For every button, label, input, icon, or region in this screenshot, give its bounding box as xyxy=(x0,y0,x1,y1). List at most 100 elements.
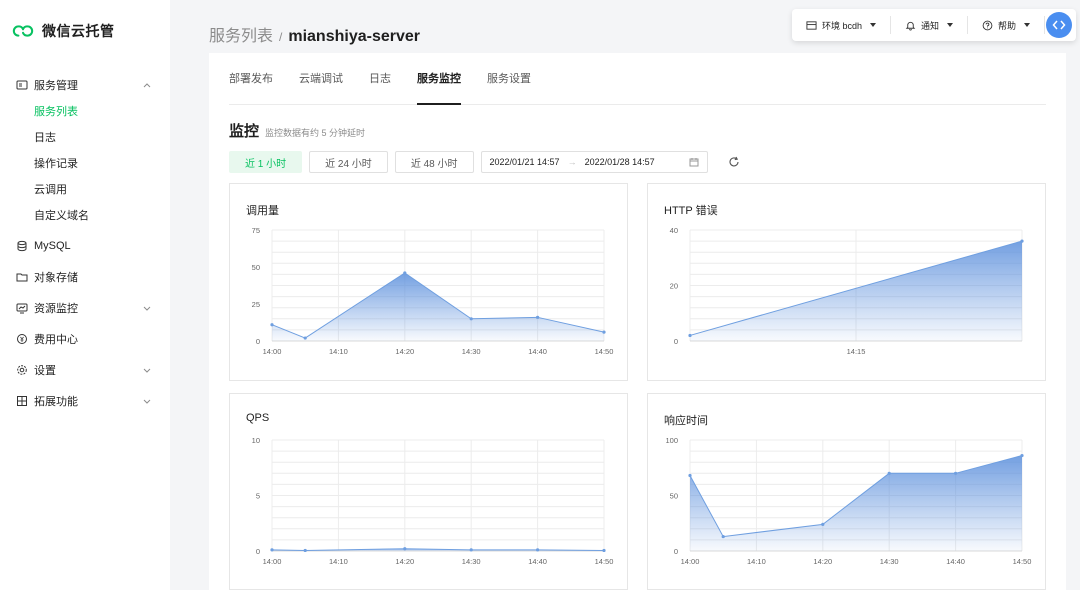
x-tick-label: 14:00 xyxy=(681,557,700,566)
data-point xyxy=(602,548,606,553)
sidebar-item-mysql[interactable]: MySQL xyxy=(0,233,170,259)
x-tick-label: 14:50 xyxy=(595,557,614,566)
y-tick-label: 5 xyxy=(256,492,260,501)
sidebar-item-logs[interactable]: 日志 xyxy=(0,124,170,150)
data-point xyxy=(403,271,407,275)
sidebar-item-resource-monitor[interactable]: 资源监控 xyxy=(0,295,170,321)
data-point xyxy=(688,473,692,478)
x-tick-label: 14:30 xyxy=(880,557,899,566)
folder-icon xyxy=(16,273,28,282)
qps-chart: 0 5 10 14:00 14:10 14:20 14:30 14:40 14:50 xyxy=(252,436,614,566)
breadcrumb: 服务列表 / mianshiya-server xyxy=(209,22,420,46)
sidebar: 微信云托管 服务管理 服务列表 日志 操作记录 云调用 自定义域名 MySQL … xyxy=(0,0,170,590)
y-tick-label: 50 xyxy=(252,263,260,272)
x-tick-label: 14:50 xyxy=(1013,557,1032,566)
avatar[interactable] xyxy=(1046,12,1072,38)
data-point xyxy=(1020,453,1024,458)
data-point xyxy=(1020,239,1024,243)
database-icon xyxy=(17,240,27,252)
sidebar-item-label: 费用中心 xyxy=(34,334,78,346)
chart-panel-http-errors: HTTP 错误 0 20 40 14:15 xyxy=(647,183,1046,381)
y-tick-label: 0 xyxy=(256,337,260,346)
sidebar-item-service-management[interactable]: 服务管理 xyxy=(0,72,170,98)
brand-name: 微信云托管 xyxy=(42,23,115,39)
y-tick-label: 10 xyxy=(252,436,260,445)
x-tick-label: 14:15 xyxy=(847,347,866,356)
grid-icon xyxy=(17,396,27,406)
chevron-down-icon xyxy=(143,306,151,311)
calls-chart: 0 25 50 75 14:00 14:10 14:20 14:30 14:40 14:50 xyxy=(252,226,614,356)
sidebar-item-label: 设置 xyxy=(34,365,56,377)
data-point xyxy=(303,336,307,340)
tab-service-settings[interactable]: 服务设置 xyxy=(487,53,531,105)
data-point xyxy=(303,548,307,553)
x-tick-label: 14:50 xyxy=(595,347,614,356)
tab-bar: 部署发布 云端调试 日志 服务监控 服务设置 xyxy=(229,53,1046,105)
x-tick-label: 14:20 xyxy=(395,347,414,356)
caret-down-icon xyxy=(870,23,877,27)
code-icon xyxy=(1052,20,1066,30)
sidebar-item-label: 拓展功能 xyxy=(34,396,78,408)
data-point xyxy=(536,548,540,552)
tab-logs[interactable]: 日志 xyxy=(369,53,391,105)
delay-hint: 监控数据有约 5 分钟延时 xyxy=(265,128,366,138)
x-tick-label: 14:00 xyxy=(263,557,282,566)
monitor-heading: 监控 监控数据有约 5 分钟延时 xyxy=(229,120,365,141)
page-title: mianshiya-server xyxy=(288,28,420,45)
sidebar-item-label: 服务管理 xyxy=(34,80,78,92)
x-tick-label: 14:20 xyxy=(395,557,414,566)
data-point xyxy=(536,315,540,319)
data-point xyxy=(602,330,606,334)
chart-panel-response-time: 响应时间 0 50 100 14:00 14:10 14:20 14:30 14:40 14:5… xyxy=(647,393,1046,590)
sidebar-item-settings[interactable]: 设置 xyxy=(0,357,170,383)
sidebar-item-operation-records[interactable]: 操作记录 xyxy=(0,150,170,176)
date-range-picker[interactable]: 2022/01/21 14:57 → 2022/01/28 14:57 xyxy=(480,151,708,173)
help-icon xyxy=(982,20,993,30)
y-tick-label: 100 xyxy=(665,436,678,445)
breadcrumb-parent[interactable]: 服务列表 xyxy=(209,22,273,46)
help-label: 帮助 xyxy=(998,20,1017,31)
data-point xyxy=(821,522,825,526)
data-point xyxy=(721,534,725,539)
range-1h-button[interactable]: 近 1 小时 xyxy=(229,151,303,173)
caret-down-icon xyxy=(1024,23,1031,27)
y-tick-label: 40 xyxy=(670,226,678,235)
range-24h-button[interactable]: 近 24 小时 xyxy=(309,151,388,173)
x-tick-label: 14:10 xyxy=(747,557,766,566)
data-point xyxy=(469,548,473,552)
sidebar-item-label: 资源监控 xyxy=(34,303,78,315)
y-tick-label: 0 xyxy=(256,547,260,556)
range-48h-button[interactable]: 近 48 小时 xyxy=(394,151,474,173)
environment-dropdown[interactable]: 环境 bcdh xyxy=(792,16,892,34)
gear-icon xyxy=(17,365,27,375)
refresh-icon[interactable] xyxy=(727,155,741,169)
tab-deploy[interactable]: 部署发布 xyxy=(229,53,273,105)
data-point xyxy=(469,317,473,321)
section-title: 监控 xyxy=(229,123,260,140)
tab-service-monitor[interactable]: 服务监控 xyxy=(417,53,461,105)
breadcrumb-separator: / xyxy=(279,30,283,44)
x-tick-label: 14:10 xyxy=(329,347,348,356)
x-tick-label: 14:30 xyxy=(462,347,481,356)
data-point xyxy=(887,471,891,475)
monitor-icon xyxy=(16,303,28,314)
sidebar-item-billing[interactable]: 费用中心 xyxy=(0,326,170,352)
help-dropdown[interactable]: 帮助 xyxy=(968,16,1046,34)
sidebar-item-custom-domain[interactable]: 自定义域名 xyxy=(0,202,170,228)
x-tick-label: 14:30 xyxy=(462,557,481,566)
chevron-up-icon xyxy=(143,83,151,88)
date-start: 2022/01/21 14:57 xyxy=(489,157,560,167)
response-time-chart: 0 50 100 14:00 14:10 14:20 14:30 14:40 14:50 xyxy=(665,436,1032,566)
chevron-down-icon xyxy=(143,399,151,404)
notification-dropdown[interactable]: 通知 xyxy=(891,16,969,34)
sidebar-item-service-list[interactable]: 服务列表 xyxy=(0,98,170,124)
tab-cloud-debug[interactable]: 云端调试 xyxy=(299,53,343,105)
sidebar-item-object-storage[interactable]: 对象存储 xyxy=(0,264,170,290)
sidebar-item-label: 对象存储 xyxy=(34,272,78,284)
sidebar-item-cloud-call[interactable]: 云调用 xyxy=(0,176,170,202)
series-area xyxy=(690,455,1022,551)
y-tick-label: 50 xyxy=(670,492,678,501)
brand[interactable]: 微信云托管 xyxy=(12,20,115,42)
sidebar-item-extensions[interactable]: 拓展功能 xyxy=(0,388,170,414)
y-tick-label: 0 xyxy=(674,337,678,346)
